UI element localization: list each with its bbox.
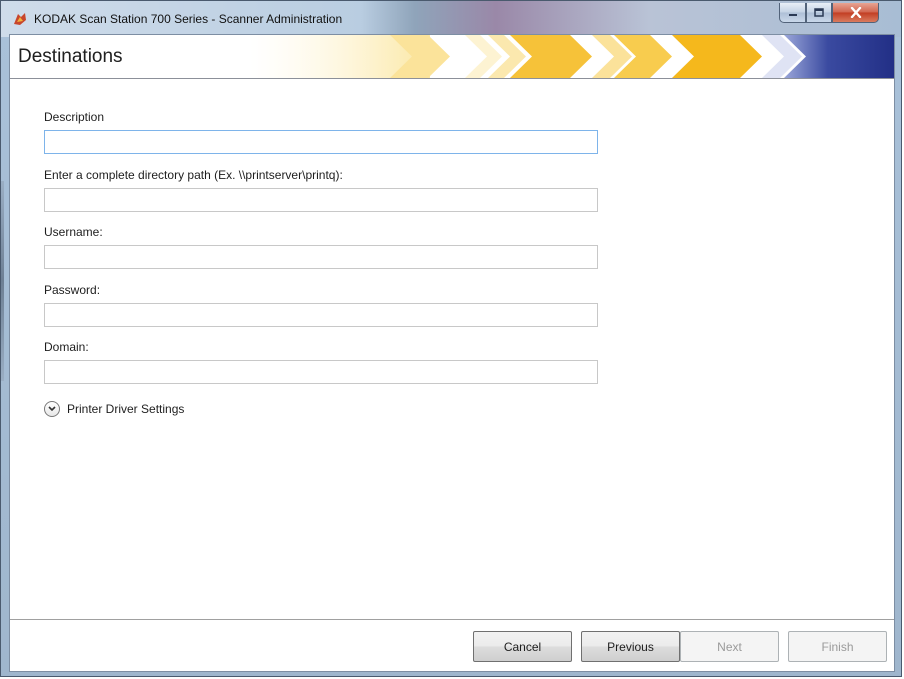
minimize-button[interactable] — [779, 3, 806, 23]
domain-input[interactable] — [44, 360, 598, 384]
username-label: Username: — [44, 225, 103, 239]
header-banner: Destinations — [10, 35, 894, 79]
wizard-client-area: Destinations Description Enter a complet… — [9, 34, 895, 672]
password-input[interactable] — [44, 303, 598, 327]
page-title: Destinations — [18, 46, 123, 67]
directory-path-input[interactable] — [44, 188, 598, 212]
finish-button[interactable]: Finish — [788, 631, 887, 662]
window-edge — [1, 181, 4, 381]
password-label: Password: — [44, 283, 101, 297]
footer-divider — [10, 619, 894, 620]
next-button[interactable]: Next — [680, 631, 779, 662]
title-bar[interactable]: KODAK Scan Station 700 Series - Scanner … — [1, 1, 901, 37]
close-icon — [850, 7, 861, 18]
previous-button[interactable]: Previous — [581, 631, 680, 662]
maximize-icon — [814, 8, 824, 17]
banner-chevrons — [250, 35, 894, 78]
kodak-scanner-icon — [12, 11, 28, 27]
directory-path-label: Enter a complete directory path (Ex. \\p… — [44, 168, 343, 182]
window-title: KODAK Scan Station 700 Series - Scanner … — [34, 12, 343, 26]
expander-label: Printer Driver Settings — [67, 402, 185, 416]
close-button[interactable] — [832, 3, 879, 23]
chevron-down-icon — [44, 401, 60, 417]
description-input[interactable] — [44, 130, 598, 154]
minimize-icon — [788, 13, 797, 16]
cancel-button[interactable]: Cancel — [473, 631, 572, 662]
maximize-button[interactable] — [806, 3, 832, 23]
domain-label: Domain: — [44, 340, 89, 354]
description-label: Description — [44, 110, 105, 124]
printer-driver-settings-expander[interactable]: Printer Driver Settings — [44, 401, 184, 417]
username-input[interactable] — [44, 245, 598, 269]
app-window: KODAK Scan Station 700 Series - Scanner … — [0, 0, 902, 677]
